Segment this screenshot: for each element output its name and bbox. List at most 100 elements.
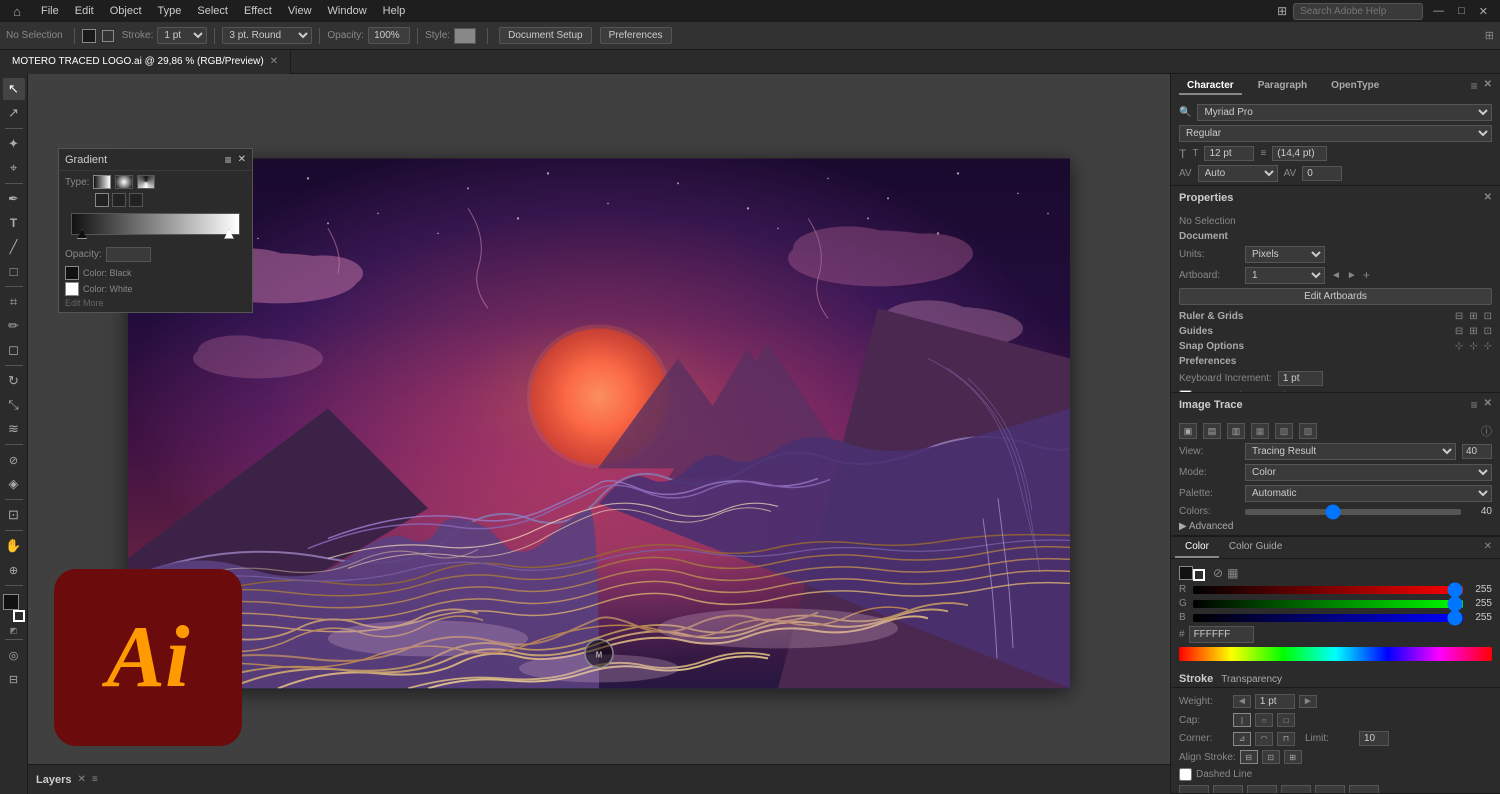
gradient-stop-left[interactable] bbox=[77, 229, 87, 239]
trace-icon-5[interactable]: ▧ bbox=[1275, 423, 1293, 439]
snap-icon-1[interactable]: ⊹ bbox=[1455, 341, 1463, 352]
toolbar-expand-btn[interactable]: ⊞ bbox=[1485, 29, 1494, 42]
stroke-color-box[interactable] bbox=[13, 610, 25, 622]
rotate-tool[interactable]: ↻ bbox=[3, 370, 25, 392]
stroke-swatch[interactable] bbox=[102, 30, 114, 42]
tracking-input[interactable] bbox=[1302, 166, 1342, 181]
trace-colors-slider[interactable] bbox=[1245, 509, 1461, 515]
fill-color-box[interactable] bbox=[3, 594, 19, 610]
corner-miter-btn[interactable]: ⊿ bbox=[1233, 732, 1251, 746]
gradient-stroke-icon-1[interactable] bbox=[95, 193, 109, 207]
artboard-select[interactable]: 1 bbox=[1245, 267, 1325, 284]
eraser-tool[interactable]: ◻ bbox=[3, 339, 25, 361]
color-tab-guide[interactable]: Color Guide bbox=[1219, 537, 1292, 558]
search-input[interactable] bbox=[1293, 3, 1423, 20]
fill-swatch[interactable] bbox=[82, 29, 96, 43]
artboard-next-btn[interactable]: ► bbox=[1347, 270, 1357, 281]
zoom-tool[interactable]: ⊕ bbox=[3, 559, 25, 581]
artboard-add-btn[interactable]: + bbox=[1363, 268, 1370, 282]
artwork-canvas[interactable]: M bbox=[128, 158, 1070, 688]
screen-mode-icon[interactable]: ⊟ bbox=[3, 668, 25, 690]
menu-view[interactable]: View bbox=[281, 3, 319, 19]
paintbrush-tool[interactable]: ⌗ bbox=[3, 291, 25, 313]
artboard-prev-btn[interactable]: ◄ bbox=[1331, 270, 1341, 281]
gradient-opacity-input[interactable] bbox=[106, 247, 151, 262]
guide-icon-3[interactable]: ⊡ bbox=[1484, 326, 1492, 337]
close-btn[interactable]: ✕ bbox=[1475, 5, 1492, 18]
weight-decr-btn[interactable]: ◄ bbox=[1233, 695, 1251, 708]
none-icon[interactable]: ⊘ bbox=[1213, 566, 1223, 580]
units-select[interactable]: Pixels bbox=[1245, 246, 1325, 263]
tab-opentype[interactable]: OpenType bbox=[1323, 78, 1387, 95]
char-close-btn[interactable]: ✕ bbox=[1484, 79, 1492, 93]
guide-icon-2[interactable]: ⊞ bbox=[1469, 326, 1477, 337]
magic-wand-tool[interactable]: ✦ bbox=[3, 133, 25, 155]
dashed-checkbox[interactable] bbox=[1179, 768, 1192, 781]
gradient-menu-btn[interactable]: ≡ bbox=[225, 153, 232, 167]
guides-icon[interactable]: ⊡ bbox=[1484, 311, 1492, 322]
style-swatch[interactable] bbox=[454, 28, 476, 44]
hex-input[interactable] bbox=[1189, 626, 1254, 643]
gap-input-2[interactable] bbox=[1281, 785, 1311, 794]
tab-paragraph[interactable]: Paragraph bbox=[1250, 78, 1315, 95]
workspace-icon[interactable]: ⊞ bbox=[1277, 4, 1287, 18]
brush-type-select[interactable]: 3 pt. Round bbox=[222, 27, 312, 44]
gradient-bar[interactable] bbox=[71, 213, 240, 235]
leading-input[interactable] bbox=[1272, 146, 1327, 161]
dash-input-3[interactable] bbox=[1315, 785, 1345, 794]
gap-input-1[interactable] bbox=[1213, 785, 1243, 794]
properties-panel-header[interactable]: Properties ✕ bbox=[1171, 186, 1500, 210]
menu-edit[interactable]: Edit bbox=[68, 3, 101, 19]
gap-input-3[interactable] bbox=[1349, 785, 1379, 794]
document-setup-btn[interactable]: Document Setup bbox=[499, 27, 592, 44]
cap-butt-btn[interactable]: | bbox=[1233, 713, 1251, 727]
line-tool[interactable]: ╱ bbox=[3, 236, 25, 258]
trace-view-value-input[interactable] bbox=[1462, 444, 1492, 459]
opacity-input[interactable] bbox=[368, 27, 410, 44]
minimize-btn[interactable]: — bbox=[1429, 5, 1448, 17]
cap-square-btn[interactable]: □ bbox=[1277, 713, 1295, 727]
trace-palette-select[interactable]: Automatic bbox=[1245, 485, 1492, 502]
trace-icon-4[interactable]: ▦ bbox=[1251, 423, 1269, 439]
gradient-radial-icon[interactable] bbox=[115, 175, 133, 189]
ruler-icon[interactable]: ⊟ bbox=[1455, 311, 1463, 322]
snap-icon-2[interactable]: ⊹ bbox=[1469, 341, 1477, 352]
align-inside-btn[interactable]: ⊡ bbox=[1262, 750, 1280, 764]
hand-tool[interactable]: ✋ bbox=[3, 535, 25, 557]
kerning-select[interactable]: Auto bbox=[1198, 165, 1278, 182]
gradient-stroke-icon-3[interactable] bbox=[129, 193, 143, 207]
color-spectrum[interactable] bbox=[1179, 647, 1492, 661]
gradient-white-swatch[interactable] bbox=[65, 282, 79, 296]
menu-help[interactable]: Help bbox=[376, 3, 413, 19]
edit-artboards-btn[interactable]: Edit Artboards bbox=[1179, 288, 1492, 305]
tab-character[interactable]: Character bbox=[1179, 78, 1242, 95]
pencil-tool[interactable]: ✏ bbox=[3, 315, 25, 337]
snap-icon-3[interactable]: ⊹ bbox=[1484, 341, 1492, 352]
stroke-weight-input[interactable] bbox=[1255, 694, 1295, 709]
gradient-stroke-icon-2[interactable] bbox=[112, 193, 126, 207]
warp-tool[interactable]: ≋ bbox=[3, 418, 25, 440]
gradient-freeform-icon[interactable] bbox=[137, 175, 155, 189]
pen-tool[interactable]: ✒ bbox=[3, 188, 25, 210]
selection-tool[interactable]: ↖ bbox=[3, 78, 25, 100]
fill-color-swatch[interactable] bbox=[1179, 566, 1193, 580]
guide-icon-1[interactable]: ⊟ bbox=[1455, 326, 1463, 337]
menu-effect[interactable]: Effect bbox=[237, 3, 279, 19]
font-style-select[interactable]: Regular bbox=[1179, 125, 1492, 142]
image-trace-header[interactable]: Image Trace ≡ ✕ bbox=[1171, 393, 1500, 417]
keyboard-increment-input[interactable] bbox=[1278, 371, 1323, 386]
font-family-select[interactable]: Myriad Pro bbox=[1197, 104, 1492, 121]
menu-window[interactable]: Window bbox=[321, 3, 374, 19]
trace-info-btn[interactable]: ⓘ bbox=[1481, 423, 1492, 439]
gradient-black-swatch[interactable] bbox=[65, 266, 79, 280]
font-size-input[interactable] bbox=[1204, 146, 1254, 161]
lasso-tool[interactable]: ⌖ bbox=[3, 157, 25, 179]
gradient-close-btn[interactable]: ✕ bbox=[238, 154, 246, 165]
menu-select[interactable]: Select bbox=[190, 3, 235, 19]
direct-select-tool[interactable]: ↗ bbox=[3, 102, 25, 124]
dash-input-1[interactable] bbox=[1179, 785, 1209, 794]
trace-close-btn[interactable]: ✕ bbox=[1484, 398, 1492, 412]
limit-input[interactable] bbox=[1359, 731, 1389, 746]
gradient-linear-icon[interactable] bbox=[93, 175, 111, 189]
rect-tool[interactable]: □ bbox=[3, 260, 25, 282]
